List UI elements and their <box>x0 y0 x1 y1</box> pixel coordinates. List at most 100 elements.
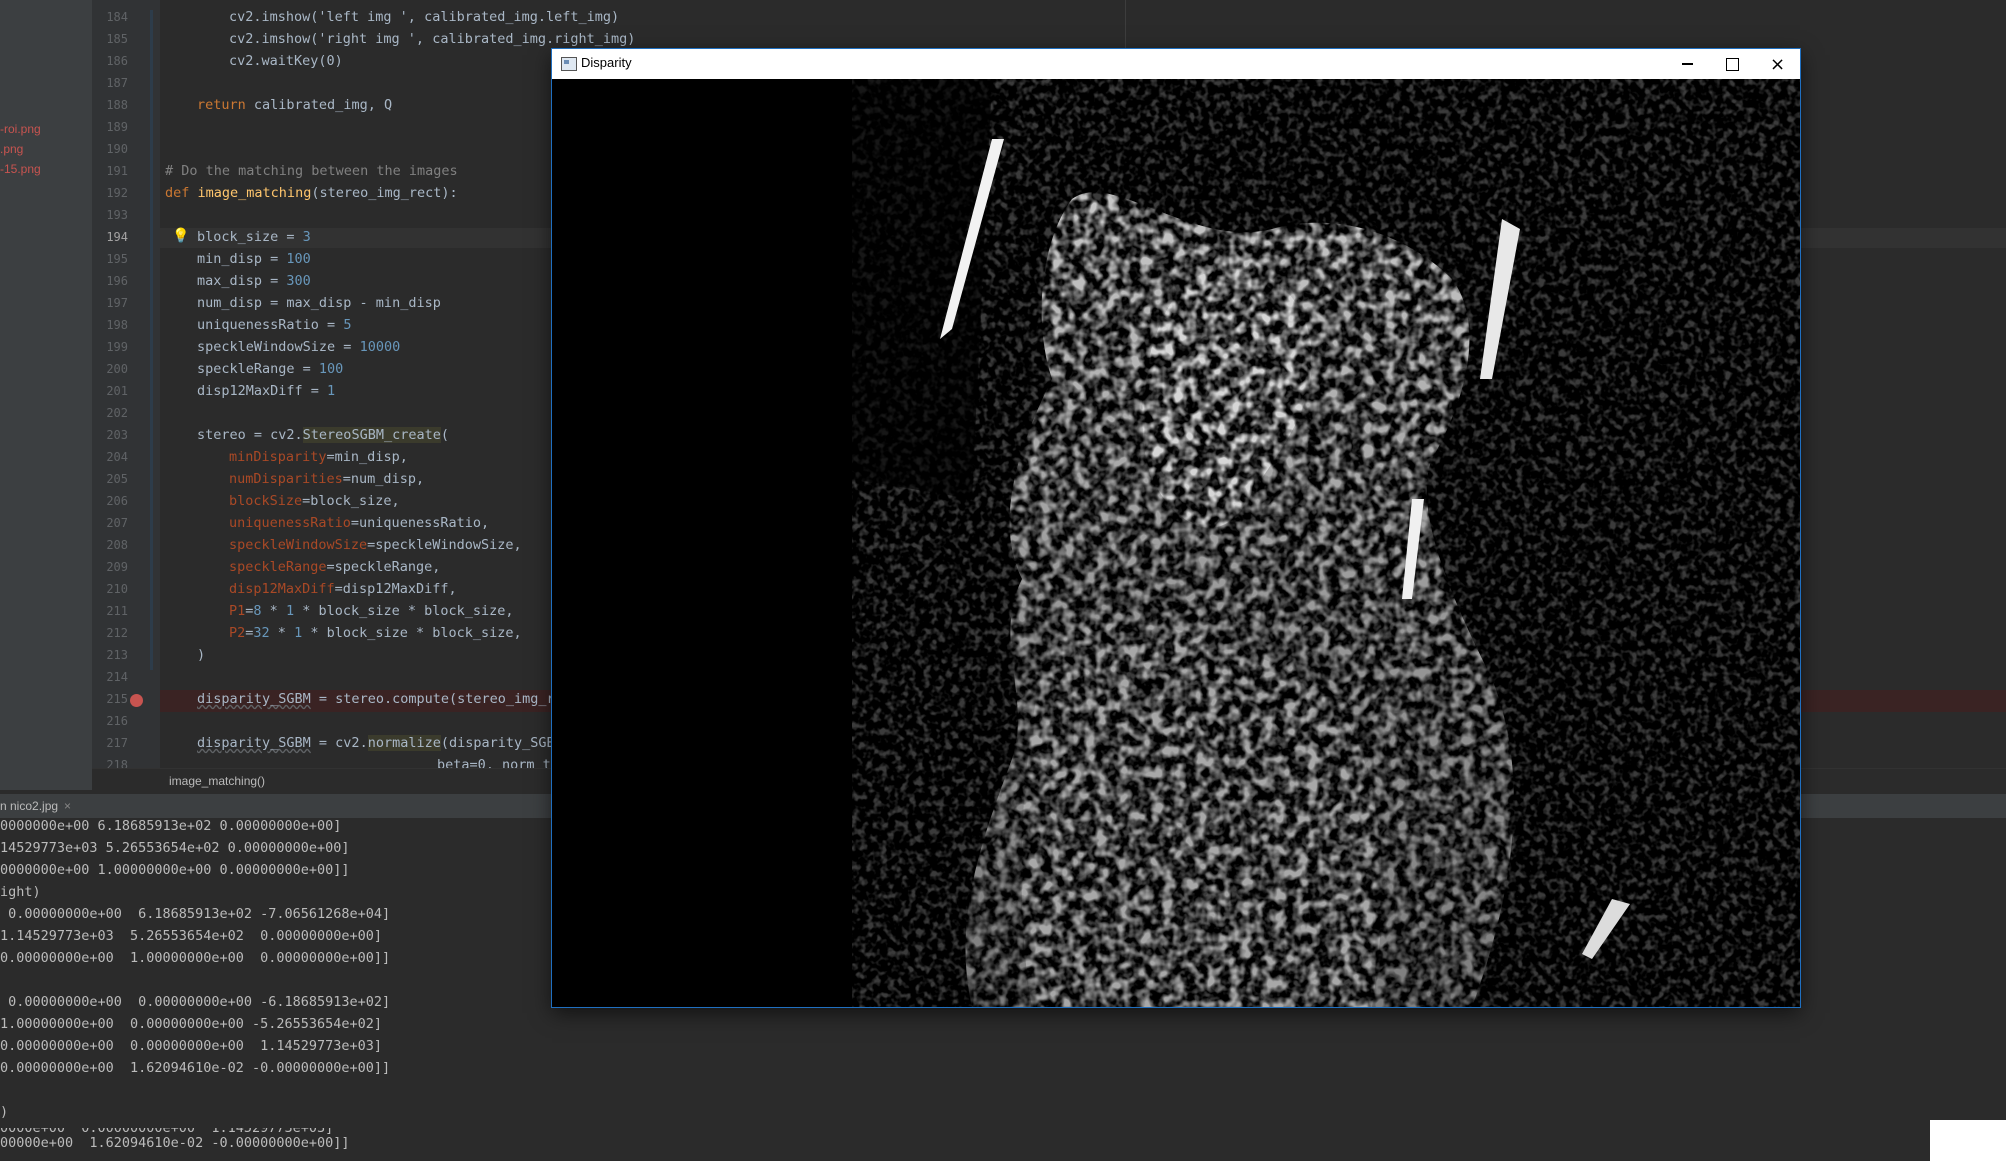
code-text: disp12MaxDiff = <box>197 383 328 399</box>
dark-region <box>852 79 992 499</box>
minimize-icon <box>1682 63 1693 65</box>
number: 100 <box>318 361 344 377</box>
project-file-15[interactable]: -15.png <box>0 162 41 176</box>
code-line: speckleRange = 100 <box>197 361 343 377</box>
run-tab[interactable]: n nico2.jpg × <box>0 799 71 813</box>
code-text: =uniquenessRatio, <box>350 515 490 531</box>
number: 32 <box>253 625 270 641</box>
console-line: ight) <box>0 884 41 900</box>
number: 1 <box>285 603 295 619</box>
highlighted-call: StereoSGBM_create <box>302 427 441 443</box>
comment-text: # Do the matching between the images <box>165 163 458 179</box>
param-name: P1 <box>229 603 246 619</box>
line-number: 203 <box>106 428 128 442</box>
line-number: 186 <box>106 54 128 68</box>
param-name: speckleWindowSize <box>229 537 368 553</box>
line-number: 188 <box>106 98 128 112</box>
subject-silhouette <box>965 192 1514 1007</box>
line-number: 205 <box>106 472 128 486</box>
project-file-roi[interactable]: -roi.png <box>0 122 41 136</box>
code-text: (disparity_SGBM <box>440 735 563 751</box>
code-line: speckleWindowSize=speckleWindowSize, <box>229 537 522 553</box>
line-number: 197 <box>106 296 128 310</box>
console-line: 0.00000000e+00 1.62094610e-02 -0.0000000… <box>0 1060 391 1076</box>
code-text: calibrated_img, Q <box>245 97 393 113</box>
param-name: disp12MaxDiff <box>229 581 335 597</box>
line-number: 189 <box>106 120 128 134</box>
code-text: min_disp = <box>197 251 287 267</box>
run-tab-label: n nico2.jpg <box>0 799 59 813</box>
close-icon[interactable]: × <box>64 799 71 813</box>
minimize-button[interactable] <box>1665 49 1710 79</box>
line-number: 193 <box>106 208 128 222</box>
variable: disparity_SGBM <box>197 691 311 707</box>
code-text: speckleRange = <box>197 361 319 377</box>
code-text: stereo = cv2. <box>197 427 303 443</box>
code-text: * <box>261 603 286 619</box>
breakpoint-icon[interactable] <box>130 694 143 707</box>
code-line: minDisparity=min_disp, <box>229 449 408 465</box>
line-number: 201 <box>106 384 128 398</box>
highlighted-call: normalize <box>367 735 441 751</box>
window-titlebar[interactable]: Disparity × <box>552 49 1800 79</box>
code-line: block_size = 3 <box>197 229 311 245</box>
close-button[interactable]: × <box>1755 49 1800 79</box>
code-text: cv2.imshow('right img ', calibrated_img.… <box>229 31 636 47</box>
line-number: 200 <box>106 362 128 376</box>
code-text: * <box>269 625 295 641</box>
code-line: P1=8 * 1 * block_size * block_size, <box>229 603 514 619</box>
code-text: (stereo_img_rect): <box>311 185 458 201</box>
code-line: P2=32 * 1 * block_size * block_size, <box>229 625 522 641</box>
line-number: 215 <box>106 692 128 706</box>
param-name: P2 <box>229 625 246 641</box>
code-text: =speckleRange, <box>326 559 441 575</box>
window-title: Disparity <box>581 55 632 70</box>
console-line: 0000e+00 0.00000000e+00 1.14529773e+03] <box>0 1120 334 1136</box>
maximize-button[interactable] <box>1710 49 1755 79</box>
console-line: 00000e+00 1.62094610e-02 -0.00000000e+00… <box>0 1135 350 1151</box>
code-line: speckleWindowSize = 10000 <box>197 339 400 355</box>
line-number: 202 <box>106 406 128 420</box>
param-name: minDisparity <box>229 449 327 465</box>
code-line: disparity_SGBM = stereo.compute(stereo_i… <box>197 691 563 707</box>
code-text: ( <box>440 427 449 443</box>
number: 300 <box>286 273 311 289</box>
number: 5 <box>343 317 352 333</box>
number: 8 <box>253 603 262 619</box>
lightbulb-icon[interactable]: 💡 <box>172 228 189 244</box>
code-text: max_disp = <box>197 273 287 289</box>
code-text: =min_disp, <box>326 449 408 465</box>
code-line: uniquenessRatio = 5 <box>197 317 351 333</box>
code-line: speckleRange=speckleRange, <box>229 559 440 575</box>
function-name: image_matching <box>197 185 312 201</box>
line-number: 213 <box>106 648 128 662</box>
keyword: def <box>165 185 190 201</box>
code-text: =speckleWindowSize, <box>367 537 522 553</box>
code-line: def image_matching(stereo_img_rect): <box>165 185 458 201</box>
code-text: cv2.waitKey(0) <box>229 53 343 69</box>
code-line: cv2.waitKey(0) <box>229 53 343 69</box>
code-text: cv2.imshow('left img ', calibrated_img.l… <box>229 9 620 25</box>
param-name: numDisparities <box>229 471 343 487</box>
line-number: 211 <box>106 604 128 618</box>
line-number: 209 <box>106 560 128 574</box>
console-line: 1.14529773e+03 5.26553654e+02 0.00000000… <box>0 928 383 944</box>
console-line: 0.00000000e+00 0.00000000e+00 1.14529773… <box>0 1038 383 1054</box>
code-line: uniquenessRatio=uniquenessRatio, <box>229 515 489 531</box>
line-number: 190 <box>106 142 128 156</box>
line-number: 192 <box>106 186 128 200</box>
code-line: stereo = cv2.StereoSGBM_create( <box>197 427 449 443</box>
project-file-png[interactable]: .png <box>0 142 23 156</box>
line-number: 194 <box>106 230 128 244</box>
fold-indicator <box>150 10 153 670</box>
disparity-window[interactable]: Disparity × <box>552 49 1800 1007</box>
code-text: =disp12MaxDiff, <box>334 581 457 597</box>
code-line: ) <box>197 647 205 663</box>
code-text: num_disp = max_disp - min_disp <box>197 295 441 311</box>
console-line: 1.00000000e+00 0.00000000e+00 -5.2655365… <box>0 1016 383 1032</box>
number: 1 <box>294 625 303 641</box>
line-number: 217 <box>106 736 128 750</box>
code-text: = cv2. <box>310 735 368 751</box>
breadcrumb-function[interactable]: image_matching() <box>169 774 265 788</box>
code-text: * block_size * block_size, <box>302 625 522 641</box>
